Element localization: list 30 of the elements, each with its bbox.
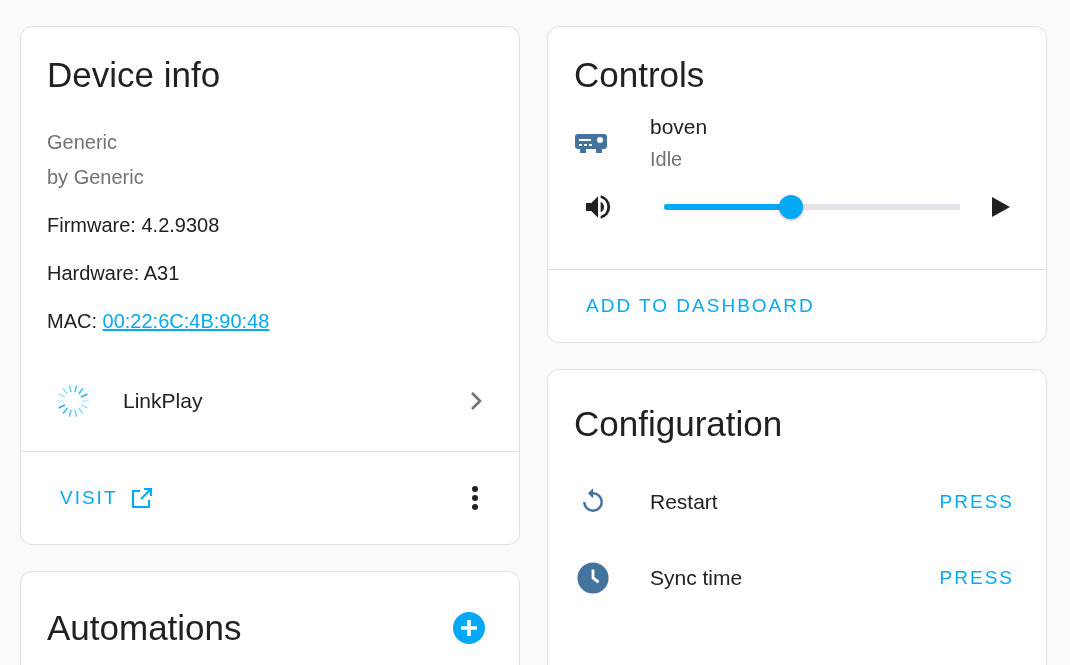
detail-value: 4.2.9308 — [141, 214, 220, 236]
entity-name: Restart — [650, 490, 719, 514]
detail-label: Hardware: — [47, 262, 140, 284]
entity-state: Idle — [650, 147, 684, 172]
manufacturer-text: by Generic — [46, 165, 145, 190]
add-icon[interactable] — [453, 612, 485, 644]
add-to-dashboard-button[interactable]: ADD TO DASHBOARD — [574, 287, 827, 325]
more-options-icon[interactable] — [471, 485, 479, 511]
clock-icon — [576, 561, 610, 595]
receiver-icon — [574, 131, 608, 155]
entity-name: Sync time — [650, 566, 744, 590]
press-button[interactable]: PRESS — [927, 483, 1026, 521]
visit-button[interactable]: VISIT — [48, 478, 166, 518]
mac-link[interactable]: 00:22:6C:4B:90:48 — [102, 310, 270, 332]
detail-value: A31 — [143, 262, 180, 284]
model-text: Generic — [46, 130, 119, 155]
card-title: Configuration — [573, 403, 784, 444]
play-icon[interactable] — [990, 195, 1012, 219]
detail-label: Firmware: — [47, 214, 136, 236]
press-button[interactable]: PRESS — [927, 559, 1026, 597]
card-title: Device info — [46, 54, 222, 95]
detail-label: MAC: — [47, 310, 97, 332]
slider-thumb[interactable] — [779, 195, 804, 219]
entity-name[interactable]: boven — [650, 111, 708, 143]
spinner-logo-icon — [55, 383, 91, 419]
chevron-right-icon[interactable] — [469, 391, 483, 411]
external-link-icon — [129, 486, 154, 510]
integration-name[interactable]: LinkPlay — [123, 389, 469, 413]
card-title: Automations — [47, 608, 242, 648]
card-title: Controls — [573, 54, 706, 95]
